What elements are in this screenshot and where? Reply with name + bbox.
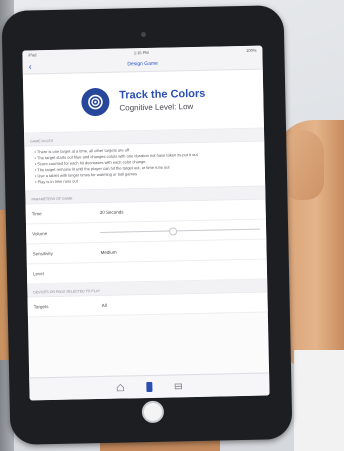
tablet: iPad 1:15 PM 100% ‹ Design Game Track th… [1, 5, 293, 445]
shirt-sleeve [294, 350, 344, 451]
time-value[interactable]: 30 Seconds [100, 207, 260, 214]
game-tab-icon[interactable] [146, 381, 153, 393]
nav-title: Design Game [127, 60, 158, 68]
status-battery: 100% [246, 47, 257, 53]
volume-slider[interactable] [100, 227, 261, 236]
right-thumb [282, 130, 324, 200]
targets-list: Targets All [27, 291, 268, 318]
targets-row[interactable]: Targets All [27, 292, 268, 318]
back-button[interactable]: ‹ [29, 60, 32, 72]
target-icon [81, 87, 110, 117]
targets-label: Targets [33, 304, 49, 310]
front-camera [140, 31, 147, 38]
targets-value[interactable]: All [102, 300, 262, 308]
rules-list: • There is one target at a time, all oth… [24, 140, 266, 192]
status-time: 1:15 PM [133, 49, 149, 56]
status-carrier: iPad [28, 52, 37, 58]
tab-bar [29, 372, 270, 401]
tablet-screen: iPad 1:15 PM 100% ‹ Design Game Track th… [22, 45, 270, 401]
home-tab-icon[interactable] [116, 383, 125, 392]
parameters-list: Time 30 Seconds Volume Sensitivity Mediu… [25, 198, 268, 285]
cognitive-level: Cognitive Level: Low [119, 102, 194, 113]
home-button[interactable] [141, 400, 165, 424]
time-label: Time [31, 211, 42, 217]
sensitivity-label: Sensitivity [32, 250, 53, 257]
sensitivity-value[interactable]: Medium [101, 247, 261, 255]
level-label: Level [32, 271, 44, 277]
volume-label: Volume [32, 231, 48, 237]
game-header: Track the Colors Cognitive Level: Low [22, 69, 265, 134]
volume-slider-knob[interactable] [169, 227, 178, 236]
results-tab-icon[interactable] [174, 382, 183, 390]
